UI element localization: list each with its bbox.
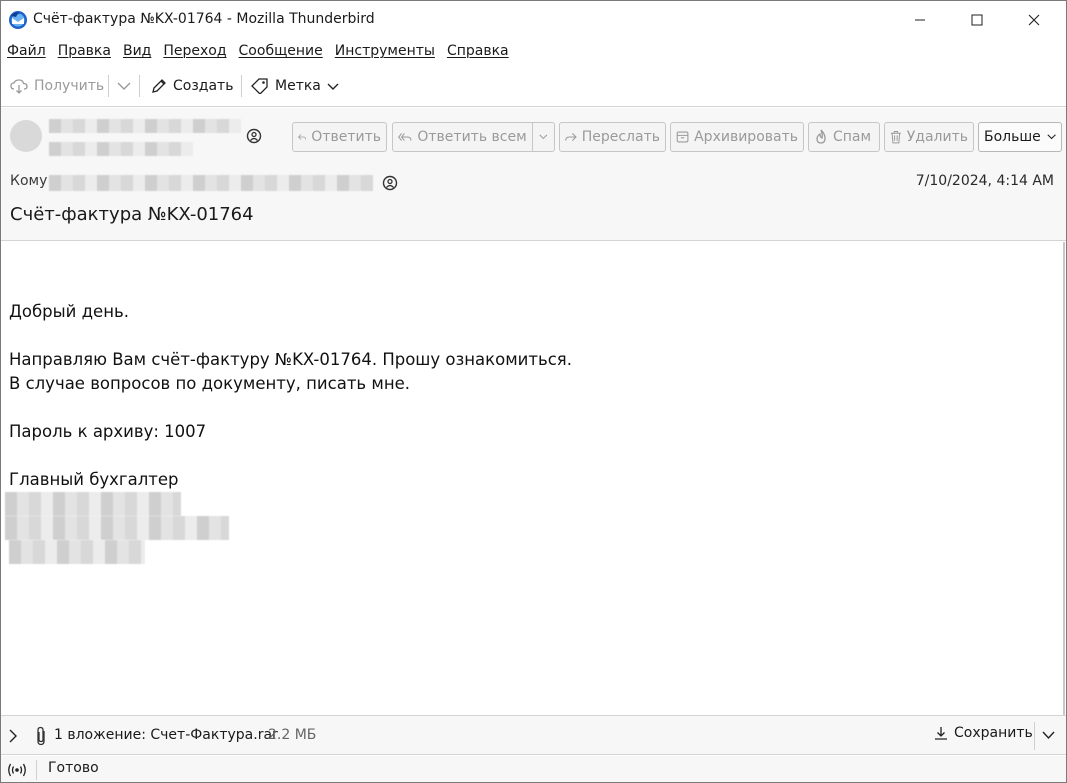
- cloud-download-icon: [10, 79, 28, 94]
- status-text: Готово: [48, 760, 99, 776]
- toolbar-divider: [241, 75, 242, 97]
- get-messages-dropdown[interactable]: [117, 73, 137, 99]
- spam-button[interactable]: Спам: [808, 122, 880, 152]
- menu-bar: Файл Правка Вид Переход Сообщение Инстру…: [1, 39, 1066, 63]
- body-password: Пароль к архиву: 1007: [9, 422, 207, 441]
- attachment-size: 2.2 МБ: [268, 727, 317, 743]
- sender-email-redacted: [49, 142, 193, 156]
- reply-all-label: Ответить всем: [417, 129, 527, 145]
- toolbar-divider: [139, 75, 140, 97]
- save-label: Сохранить: [954, 725, 1033, 741]
- signature-name-redacted: [5, 492, 181, 516]
- menu-view[interactable]: Вид: [123, 43, 151, 59]
- tag-button[interactable]: Метка: [251, 73, 339, 99]
- menu-go[interactable]: Переход: [163, 43, 226, 59]
- paperclip-icon: [37, 726, 45, 746]
- tag-label: Метка: [275, 78, 321, 94]
- body-line: В случае вопросов по документу, писать м…: [9, 374, 411, 393]
- pencil-icon: [152, 79, 166, 93]
- write-label: Создать: [173, 78, 234, 94]
- archive-icon: [676, 131, 689, 143]
- thunderbird-window: Счёт-фактура №KX-01764 - Mozilla Thunder…: [0, 0, 1067, 783]
- message-header: Ответить Ответить всем Переслать Архивир…: [1, 108, 1066, 241]
- tag-icon: [251, 78, 268, 94]
- body-greeting: Добрый день.: [9, 302, 129, 321]
- archive-label: Архивировать: [694, 129, 798, 145]
- menu-file[interactable]: Файл: [7, 43, 46, 59]
- get-messages-label: Получить: [34, 78, 105, 94]
- message-body: Добрый день. Направляю Вам счёт-фактуру …: [1, 242, 1065, 715]
- delete-button[interactable]: Удалить: [884, 122, 974, 152]
- to-label: Кому: [10, 173, 48, 189]
- chevron-down-icon: [327, 83, 339, 90]
- spam-label: Спам: [833, 129, 872, 145]
- delete-label: Удалить: [906, 129, 968, 145]
- maximize-icon: [971, 14, 983, 26]
- attachment-bar: 1 вложение: Счет-Фактура.rar 2.2 МБ Сохр…: [1, 715, 1066, 755]
- more-label: Больше: [984, 129, 1041, 145]
- chevron-down-icon: [539, 134, 548, 140]
- reply-button[interactable]: Ответить: [292, 122, 387, 152]
- toolbar-divider: [108, 75, 109, 97]
- menu-tools[interactable]: Инструменты: [335, 43, 435, 59]
- maximize-button[interactable]: [954, 1, 1000, 39]
- download-icon: [935, 727, 947, 740]
- contact-icon[interactable]: [382, 175, 398, 191]
- wifi-signal-icon: [8, 763, 26, 777]
- write-button[interactable]: Создать: [151, 73, 233, 99]
- flame-icon: [816, 129, 826, 144]
- message-date: 7/10/2024, 4:14 AM: [915, 173, 1054, 189]
- body-signature-title: Главный бухгалтер: [9, 470, 179, 489]
- contact-icon[interactable]: [246, 128, 262, 144]
- title-bar: Счёт-фактура №KX-01764 - Mozilla Thunder…: [1, 1, 1066, 39]
- thunderbird-icon: [9, 11, 27, 29]
- more-button[interactable]: Больше: [978, 122, 1062, 152]
- reply-all-button[interactable]: Ответить всем: [392, 122, 555, 152]
- window-title: Счёт-фактура №KX-01764 - Mozilla Thunder…: [33, 11, 375, 27]
- message-subject: Счёт-фактура №KX-01764: [10, 204, 254, 225]
- reply-icon: [298, 134, 307, 140]
- get-messages-button[interactable]: Получить: [10, 73, 104, 99]
- attachment-summary[interactable]: 1 вложение: Счет-Фактура.rar: [54, 727, 278, 743]
- chevron-down-icon: [117, 82, 131, 90]
- forward-icon: [565, 132, 577, 142]
- body-line: Направляю Вам счёт-фактуру №KX-01764. Пр…: [9, 350, 572, 369]
- sender-name-redacted: [49, 119, 241, 133]
- archive-button[interactable]: Архивировать: [670, 122, 804, 152]
- signature-contact-redacted: [9, 540, 145, 564]
- status-divider: [36, 760, 37, 780]
- signature-detail-redacted: [5, 516, 229, 540]
- reply-label: Ответить: [311, 129, 381, 145]
- minimize-icon: [915, 19, 925, 21]
- avatar: [10, 120, 42, 152]
- chevron-down-icon: [1047, 134, 1056, 140]
- status-bar: Готово: [1, 756, 1066, 782]
- split-divider: [531, 123, 533, 151]
- forward-label: Переслать: [581, 129, 660, 145]
- save-attachment-button[interactable]: Сохранить: [934, 725, 1033, 741]
- chevron-down-icon[interactable]: [1042, 731, 1055, 740]
- recipient-redacted: [49, 175, 373, 191]
- reply-all-icon: [398, 133, 412, 141]
- close-button[interactable]: [1011, 1, 1057, 39]
- menu-message[interactable]: Сообщение: [239, 43, 323, 59]
- close-icon: [1028, 14, 1040, 26]
- forward-button[interactable]: Переслать: [559, 122, 666, 152]
- save-divider: [1034, 722, 1035, 750]
- main-toolbar: Получить Создать Метка: [1, 65, 1066, 107]
- expand-chevron-icon[interactable]: [7, 729, 19, 743]
- menu-edit[interactable]: Правка: [58, 43, 111, 59]
- trash-icon: [890, 131, 901, 144]
- minimize-button[interactable]: [897, 1, 943, 39]
- menu-help[interactable]: Справка: [447, 43, 509, 59]
